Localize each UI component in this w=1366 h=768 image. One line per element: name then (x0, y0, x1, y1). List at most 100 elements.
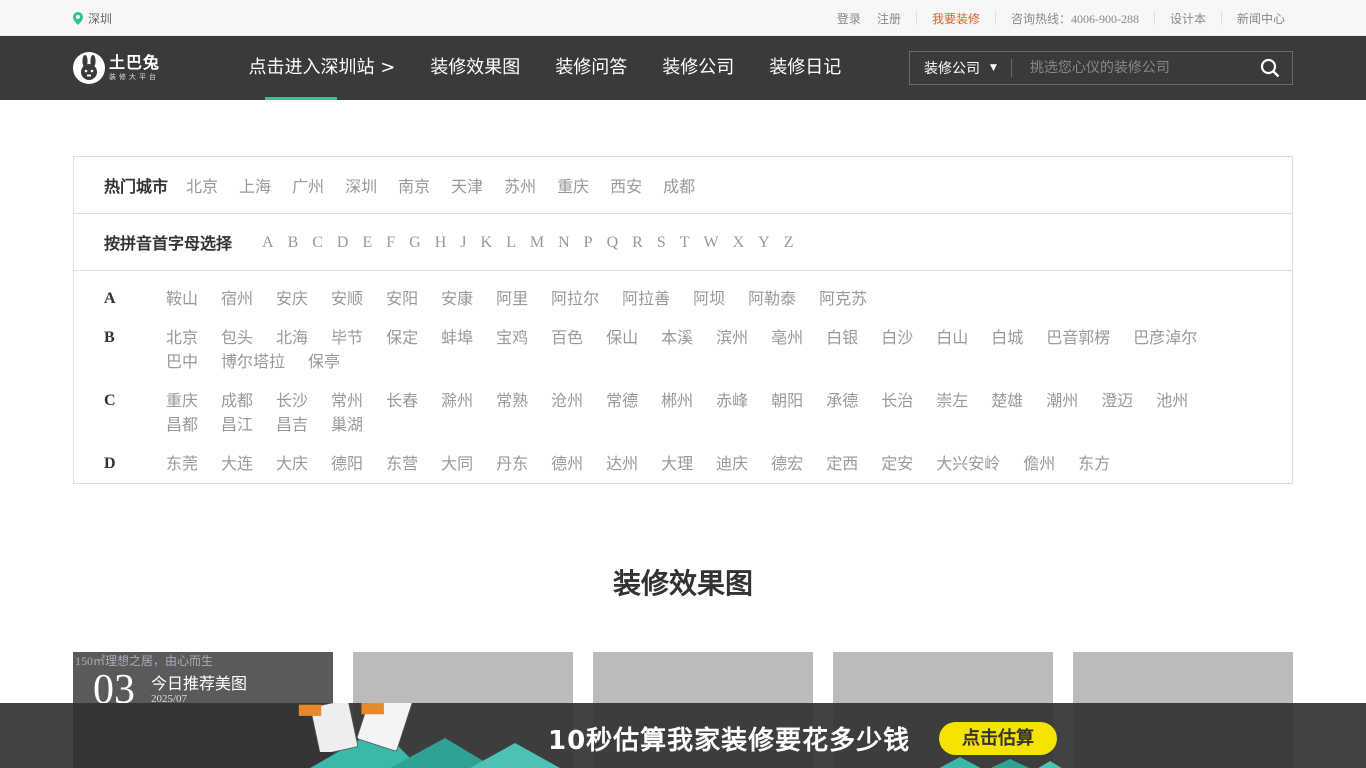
logo[interactable]: 土巴兔 装修大平台 (73, 52, 231, 84)
city-link[interactable]: 成都 (221, 389, 253, 413)
city-link[interactable]: 宝鸡 (496, 326, 528, 350)
city-link[interactable]: 巢湖 (331, 413, 363, 437)
pinyin-letter-link[interactable]: E (362, 234, 372, 251)
city-link[interactable]: 长春 (386, 389, 418, 413)
pinyin-letter-link[interactable]: C (312, 234, 323, 251)
nav-decor-effect-images[interactable]: 装修效果图 (413, 36, 538, 100)
pinyin-letter-link[interactable]: Z (784, 234, 794, 251)
pinyin-letter-link[interactable]: D (337, 234, 349, 251)
pinyin-letter-link[interactable]: R (632, 234, 643, 251)
search-input[interactable] (1011, 52, 1248, 84)
city-link[interactable]: 澄迈 (1101, 389, 1133, 413)
city-link[interactable]: 重庆 (166, 389, 198, 413)
city-link[interactable]: 阿坝 (693, 287, 725, 311)
city-link[interactable]: 昌吉 (276, 413, 308, 437)
news-link[interactable]: 新闻中心 (1229, 10, 1293, 27)
estimate-button[interactable]: 点击估算 (939, 722, 1057, 755)
city-link[interactable]: 东莞 (166, 452, 198, 476)
city-link[interactable]: 安康 (441, 287, 473, 311)
city-link[interactable]: 白山 (936, 326, 968, 350)
pinyin-letter-link[interactable]: A (262, 234, 274, 251)
city-link[interactable]: 白银 (826, 326, 858, 350)
city-link[interactable]: 阿克苏 (819, 287, 867, 311)
pinyin-letter-link[interactable]: Y (758, 234, 770, 251)
city-link[interactable]: 德阳 (331, 452, 363, 476)
hot-city-link[interactable]: 深圳 (345, 177, 377, 196)
city-link[interactable]: 保山 (606, 326, 638, 350)
hot-city-link[interactable]: 北京 (186, 177, 218, 196)
city-link[interactable]: 白沙 (881, 326, 913, 350)
city-link[interactable]: 百色 (551, 326, 583, 350)
city-link[interactable]: 安阳 (386, 287, 418, 311)
city-link[interactable]: 鞍山 (166, 287, 198, 311)
pinyin-letter-link[interactable]: G (409, 234, 421, 251)
city-link[interactable]: 巴音郭楞 (1046, 326, 1110, 350)
city-link[interactable]: 保亭 (308, 350, 340, 374)
city-link[interactable]: 宿州 (221, 287, 253, 311)
city-link[interactable]: 昌都 (166, 413, 198, 437)
nav-enter-city-station[interactable]: 点击进入深圳站 > (231, 36, 413, 100)
city-link[interactable]: 常德 (606, 389, 638, 413)
search-category-select[interactable]: 装修公司 ▼ (910, 59, 1012, 77)
hot-city-link[interactable]: 西安 (610, 177, 642, 196)
city-link[interactable]: 安顺 (331, 287, 363, 311)
city-link[interactable]: 赤峰 (716, 389, 748, 413)
nav-decor-companies[interactable]: 装修公司 (645, 36, 752, 100)
city-link[interactable]: 阿里 (496, 287, 528, 311)
hot-city-link[interactable]: 重庆 (557, 177, 589, 196)
pinyin-letter-link[interactable]: T (680, 234, 690, 251)
search-button[interactable] (1248, 52, 1292, 84)
city-link[interactable]: 大庆 (276, 452, 308, 476)
city-link[interactable]: 德宏 (771, 452, 803, 476)
city-link[interactable]: 巴中 (166, 350, 198, 374)
city-link[interactable]: 白城 (991, 326, 1023, 350)
hot-city-link[interactable]: 苏州 (504, 177, 536, 196)
city-link[interactable]: 博尔塔拉 (221, 350, 285, 374)
city-link[interactable]: 昌江 (221, 413, 253, 437)
pinyin-letter-link[interactable]: B (288, 234, 299, 251)
nav-decor-diary[interactable]: 装修日记 (752, 36, 859, 100)
city-link[interactable]: 达州 (606, 452, 638, 476)
pinyin-letter-link[interactable]: W (704, 234, 719, 251)
city-link[interactable]: 朝阳 (771, 389, 803, 413)
pinyin-letter-link[interactable]: F (386, 234, 395, 251)
city-link[interactable]: 包头 (221, 326, 253, 350)
city-link[interactable]: 本溪 (661, 326, 693, 350)
city-link[interactable]: 阿拉尔 (551, 287, 599, 311)
city-link[interactable]: 德州 (551, 452, 583, 476)
want-decor-link[interactable]: 我要装修 (924, 10, 988, 27)
city-link[interactable]: 大理 (661, 452, 693, 476)
nav-decor-qa[interactable]: 装修问答 (538, 36, 645, 100)
city-link[interactable]: 安庆 (276, 287, 308, 311)
city-link[interactable]: 池州 (1156, 389, 1188, 413)
city-link[interactable]: 常州 (331, 389, 363, 413)
pinyin-letter-link[interactable]: S (657, 234, 666, 251)
pinyin-letter-link[interactable]: X (733, 234, 745, 251)
city-link[interactable]: 滨州 (716, 326, 748, 350)
city-link[interactable]: 滁州 (441, 389, 473, 413)
city-link[interactable]: 常熟 (496, 389, 528, 413)
city-link[interactable]: 毕节 (331, 326, 363, 350)
city-link[interactable]: 丹东 (496, 452, 528, 476)
pinyin-letter-link[interactable]: K (481, 234, 493, 251)
city-link[interactable]: 郴州 (661, 389, 693, 413)
hot-city-link[interactable]: 南京 (398, 177, 430, 196)
city-link[interactable]: 巴彦淖尔 (1133, 326, 1197, 350)
designer-link[interactable]: 设计本 (1162, 10, 1214, 27)
city-link[interactable]: 大兴安岭 (936, 452, 1000, 476)
city-link[interactable]: 定西 (826, 452, 858, 476)
location-selector[interactable]: 深圳 (73, 10, 112, 27)
city-link[interactable]: 阿勒泰 (748, 287, 796, 311)
city-link[interactable]: 楚雄 (991, 389, 1023, 413)
pinyin-letter-link[interactable]: H (435, 234, 447, 251)
register-link[interactable]: 注册 (869, 10, 909, 27)
city-link[interactable]: 沧州 (551, 389, 583, 413)
city-link[interactable]: 儋州 (1023, 452, 1055, 476)
city-link[interactable]: 长治 (881, 389, 913, 413)
city-link[interactable]: 东方 (1078, 452, 1110, 476)
city-link[interactable]: 大连 (221, 452, 253, 476)
city-link[interactable]: 大同 (441, 452, 473, 476)
pinyin-letter-link[interactable]: P (584, 234, 593, 251)
hot-city-link[interactable]: 上海 (239, 177, 271, 196)
city-link[interactable]: 承德 (826, 389, 858, 413)
